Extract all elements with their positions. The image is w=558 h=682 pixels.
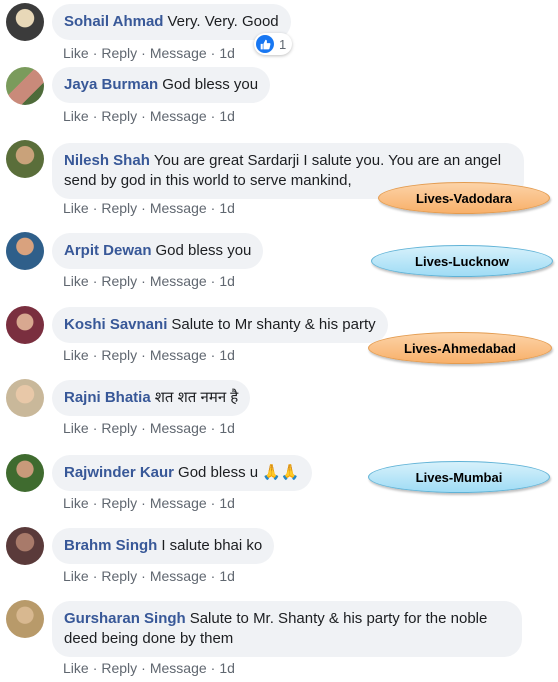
comment-text: I salute bhai ko [161, 537, 263, 554]
like-link[interactable]: Like [63, 273, 89, 289]
comment-author[interactable]: Nilesh Shah [64, 152, 150, 169]
comment-actions: Like · Reply · Message · 1d [63, 108, 235, 124]
like-link[interactable]: Like [63, 108, 89, 124]
comment-text: God bless u 🙏🙏 [178, 464, 300, 481]
thumbs-up-icon [256, 35, 274, 53]
message-link[interactable]: Message [150, 420, 207, 436]
comment-bubble: Rajwinder Kaur God bless u 🙏🙏 [52, 455, 312, 491]
comment-author[interactable]: Arpit Dewan [64, 242, 152, 259]
location-label: Lives-Lucknow [371, 245, 553, 277]
avatar[interactable] [6, 454, 44, 492]
reply-link[interactable]: Reply [101, 45, 137, 61]
comment-bubble: Jaya Burman God bless you [52, 67, 271, 103]
avatar[interactable] [6, 527, 44, 565]
like-link[interactable]: Like [63, 495, 89, 511]
message-link[interactable]: Message [150, 108, 207, 124]
comment-author[interactable]: Gursharan Singh [64, 610, 186, 627]
avatar[interactable] [6, 379, 44, 417]
avatar[interactable] [6, 600, 44, 638]
message-link[interactable]: Message [150, 45, 207, 61]
location-label: Lives-Vadodara [378, 182, 550, 214]
comment-actions: Like · Reply · Message · 1d [63, 200, 235, 216]
comment-bubble: Arpit Dewan God bless you [52, 233, 264, 269]
comment-actions: Like · Reply · Message · 1d [63, 568, 235, 584]
reply-link[interactable]: Reply [101, 420, 137, 436]
timestamp[interactable]: 1d [219, 347, 235, 363]
comment-author[interactable]: Brahm Singh [64, 537, 157, 554]
reply-link[interactable]: Reply [101, 495, 137, 511]
reply-link[interactable]: Reply [101, 200, 137, 216]
comment-actions: Like · Reply · Message · 1d [63, 45, 235, 61]
comment-author[interactable]: Rajni Bhatia [64, 389, 151, 406]
message-link[interactable]: Message [150, 200, 207, 216]
message-link[interactable]: Message [150, 495, 207, 511]
location-label: Lives-Ahmedabad [368, 332, 552, 364]
timestamp[interactable]: 1d [219, 108, 235, 124]
like-link[interactable]: Like [63, 200, 89, 216]
comment-author[interactable]: Sohail Ahmad [64, 13, 163, 30]
like-link[interactable]: Like [63, 45, 89, 61]
like-link[interactable]: Like [63, 420, 89, 436]
avatar[interactable] [6, 232, 44, 270]
timestamp[interactable]: 1d [219, 273, 235, 289]
avatar[interactable] [6, 306, 44, 344]
comment-bubble: Gursharan Singh Salute to Mr. Shanty & hi… [52, 601, 522, 657]
reply-link[interactable]: Reply [101, 660, 137, 676]
comment-text: Salute to Mr shanty & his party [171, 316, 376, 333]
comment-actions: Like · Reply · Message · 1d [63, 660, 235, 676]
timestamp[interactable]: 1d [219, 420, 235, 436]
comment-bubble: Brahm Singh I salute bhai ko [52, 528, 275, 564]
message-link[interactable]: Message [150, 273, 207, 289]
timestamp[interactable]: 1d [219, 495, 235, 511]
message-link[interactable]: Message [150, 568, 207, 584]
location-label: Lives-Mumbai [368, 461, 550, 493]
message-link[interactable]: Message [150, 347, 207, 363]
avatar[interactable] [6, 3, 44, 41]
timestamp[interactable]: 1d [219, 660, 235, 676]
comment-bubble: Sohail Ahmad Very. Very. Good [52, 4, 291, 40]
timestamp[interactable]: 1d [219, 568, 235, 584]
comment-text: शत शत नमन है [154, 389, 239, 406]
message-link[interactable]: Message [150, 660, 207, 676]
comment-text: God bless you [155, 242, 252, 259]
comment-text: Very. Very. Good [167, 13, 279, 30]
reply-link[interactable]: Reply [101, 108, 137, 124]
avatar[interactable] [6, 67, 44, 105]
comment-author[interactable]: Rajwinder Kaur [64, 464, 174, 481]
comment-author[interactable]: Koshi Savnani [64, 316, 167, 333]
reaction-count: 1 [279, 36, 287, 52]
comment-bubble: Koshi Savnani Salute to Mr shanty & his p… [52, 307, 388, 343]
reaction-summary[interactable]: 1 [254, 33, 293, 55]
avatar[interactable] [6, 140, 44, 178]
reply-link[interactable]: Reply [101, 568, 137, 584]
like-link[interactable]: Like [63, 660, 89, 676]
comment-actions: Like · Reply · Message · 1d [63, 347, 235, 363]
comment-actions: Like · Reply · Message · 1d [63, 495, 235, 511]
comment-actions: Like · Reply · Message · 1d [63, 273, 235, 289]
like-link[interactable]: Like [63, 347, 89, 363]
comment-text: God bless you [162, 76, 259, 93]
timestamp[interactable]: 1d [219, 200, 235, 216]
reply-link[interactable]: Reply [101, 347, 137, 363]
timestamp[interactable]: 1d [219, 45, 235, 61]
like-link[interactable]: Like [63, 568, 89, 584]
reply-link[interactable]: Reply [101, 273, 137, 289]
comment-actions: Like · Reply · Message · 1d [63, 420, 235, 436]
comment-bubble: Rajni Bhatia शत शत नमन है [52, 380, 251, 416]
comment-author[interactable]: Jaya Burman [64, 76, 158, 93]
